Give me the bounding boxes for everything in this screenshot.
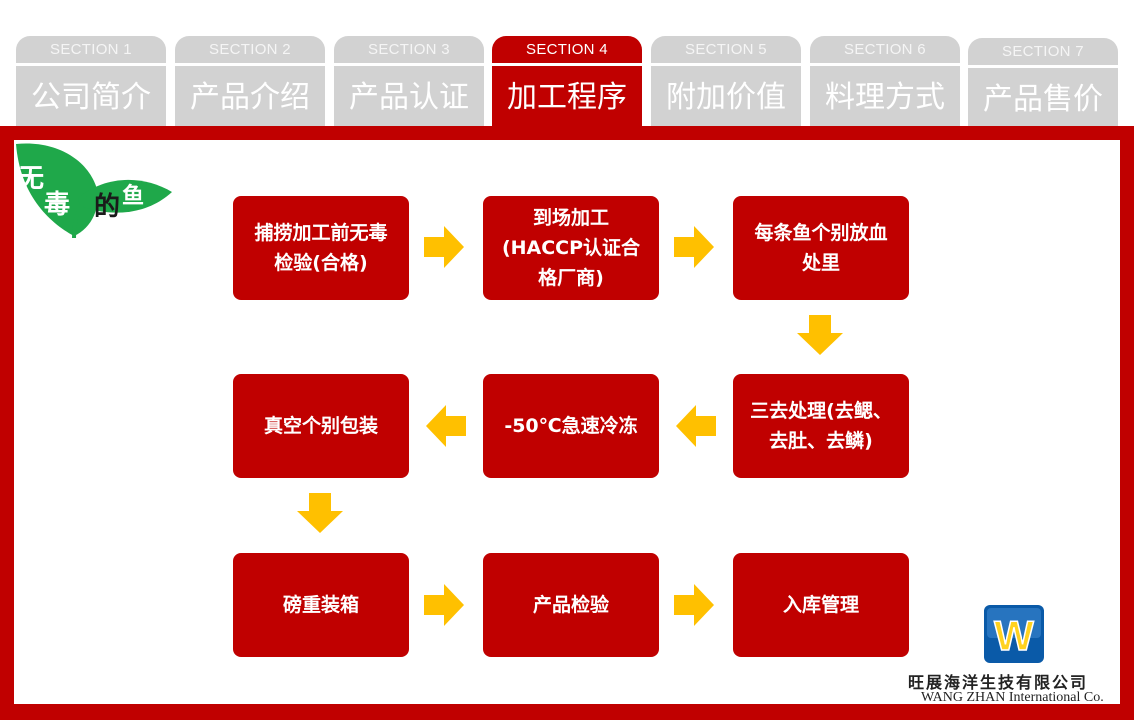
logo-char: 的: [94, 192, 121, 222]
process-step: 每条鱼个别放血 处里: [733, 196, 909, 300]
tab-section-1[interactable]: SECTION 1 公司简介: [16, 36, 166, 128]
process-step: 产品检验: [483, 553, 659, 657]
tab-section-label: SECTION 2: [209, 41, 291, 58]
tab-title: 附加价值: [666, 80, 786, 115]
tab-section-label: SECTION 3: [368, 41, 450, 58]
process-step: 磅重装箱: [233, 553, 409, 657]
step-label: 到场加工 (HACCP认证合 格厂商): [501, 207, 641, 289]
arrow-right-icon: [424, 226, 464, 268]
process-step: 捕捞加工前无毒 检验(合格): [233, 196, 409, 300]
process-step: 真空个别包装: [233, 374, 409, 478]
tab-title: 料理方式: [825, 80, 945, 115]
process-step: -50℃急速冷冻: [483, 374, 659, 478]
tab-section-label: SECTION 1: [50, 41, 132, 58]
tab-section-5[interactable]: SECTION 5 附加价值: [651, 36, 801, 128]
company-name-en: WANG ZHAN International Co.: [921, 690, 1104, 705]
tab-divider: [810, 63, 960, 66]
process-step: 三去处理(去鳃、 去肚、去鳞): [733, 374, 909, 478]
step-label: 磅重装箱: [282, 594, 359, 616]
tab-title: 产品售价: [983, 82, 1103, 117]
tab-divider: [175, 63, 325, 66]
arrow-right-icon: [674, 584, 714, 626]
step-label: 每条鱼个别放血 处里: [754, 222, 888, 274]
arrow-left-icon: [676, 405, 716, 447]
step-label: 产品检验: [532, 594, 609, 616]
company-logo-icon: W: [984, 605, 1044, 663]
process-step: 到场加工 (HACCP认证合 格厂商): [483, 196, 659, 300]
logo-char: 毒: [44, 190, 71, 220]
tab-divider: [651, 63, 801, 66]
step-label: 三去处理(去鳃、 去肚、去鳞): [750, 400, 892, 452]
step-label: 入库管理: [782, 594, 859, 616]
arrow-down-icon: [297, 493, 343, 533]
arrow-right-icon: [424, 584, 464, 626]
tab-title: 产品认证: [349, 80, 469, 115]
tab-divider: [492, 63, 642, 66]
company-mark-letter: W: [994, 612, 1034, 659]
tab-divider: [968, 65, 1118, 68]
logo-char: 无: [18, 164, 45, 194]
tab-divider: [16, 63, 166, 66]
tab-title: 公司简介: [31, 80, 151, 115]
step-label: -50℃急速冷冻: [504, 415, 638, 437]
arrow-right-icon: [674, 226, 714, 268]
tab-title: 加工程序: [507, 80, 627, 115]
tab-section-3[interactable]: SECTION 3 产品认证: [334, 36, 484, 128]
tab-section-2[interactable]: SECTION 2 产品介绍: [175, 36, 325, 128]
leaf-logo: 无 毒 的 鱼: [14, 140, 176, 240]
tab-title: 产品介绍: [190, 80, 310, 115]
tab-section-6[interactable]: SECTION 6 料理方式: [810, 36, 960, 128]
tab-section-7[interactable]: SECTION 7 产品售价: [968, 38, 1118, 130]
tab-section-label: SECTION 7: [1002, 43, 1084, 60]
tab-section-label: SECTION 6: [844, 41, 926, 58]
tab-divider: [334, 63, 484, 66]
step-label: 捕捞加工前无毒 检验(合格): [254, 222, 388, 274]
tab-section-label: SECTION 4: [526, 41, 608, 58]
process-step: 入库管理: [733, 553, 909, 657]
tab-section-label: SECTION 5: [685, 41, 767, 58]
tab-section-4[interactable]: SECTION 4 加工程序: [492, 36, 642, 128]
arrow-left-icon: [426, 405, 466, 447]
logo-char: 鱼: [122, 184, 145, 209]
step-label: 真空个别包装: [263, 415, 378, 437]
arrow-down-icon: [797, 315, 843, 355]
